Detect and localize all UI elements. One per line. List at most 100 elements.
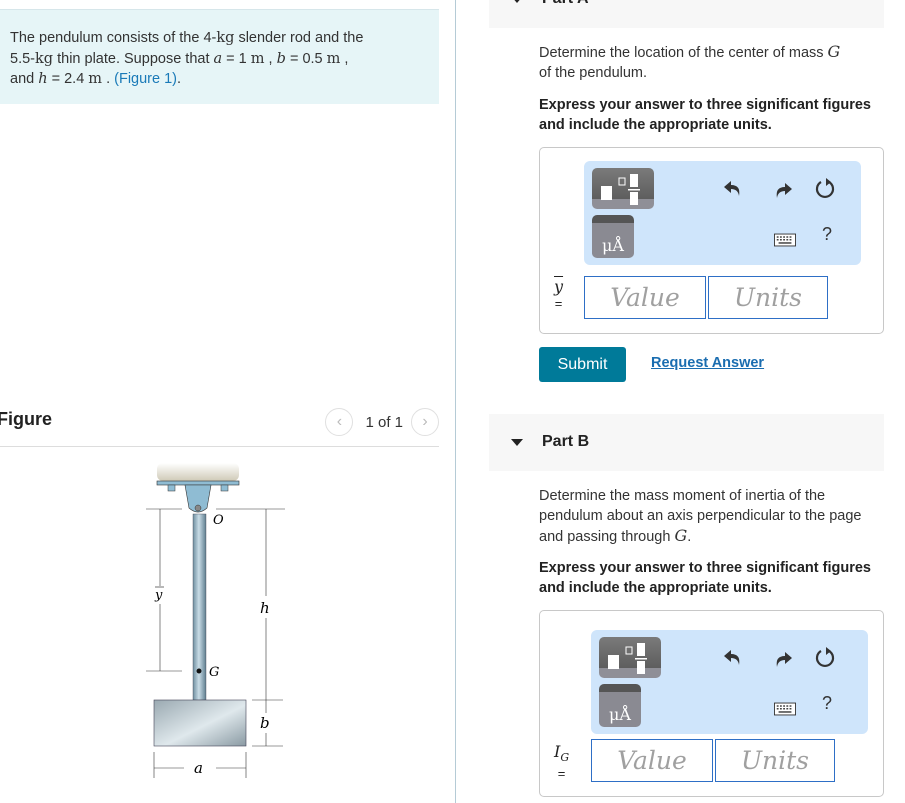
math-toolbar: μÅ ? [591,630,868,734]
left-panel: The pendulum consists of the 4-kg slende… [0,0,440,803]
problem-text: The pendulum consists of the 4- [10,30,217,46]
label-h: h [260,599,270,617]
part-b-instructions: Express your answer to three significant… [539,560,871,596]
right-panel: Part A Determine the location of the cen… [489,0,884,803]
request-answer-link[interactable]: Request Answer [651,355,764,371]
separator: . [102,71,115,87]
value-input[interactable]: Value [591,739,713,782]
prev-figure-button[interactable]: ‹ [325,408,354,436]
chevron-left-icon: ‹ [336,413,343,430]
help-button[interactable]: ? [816,223,838,245]
templates-icon [608,643,647,674]
separator: . [177,71,182,87]
value-placeholder: Value [610,283,680,312]
reset-button[interactable] [814,646,836,668]
units-label: μÅ [609,705,631,724]
part-b-answer-box: μÅ ? IG = Value Units [539,610,884,797]
redo-button[interactable] [772,648,794,670]
label-G: G [209,665,219,680]
reset-button[interactable] [814,177,836,199]
unit-m: m [326,50,341,67]
part-a-instructions: Express your answer to three significant… [539,97,871,133]
undo-button[interactable] [722,646,744,668]
part-a-title: Part A [542,0,589,8]
part-b-header[interactable]: Part B [489,414,884,471]
label-a: a [194,759,203,777]
var-h: h [38,71,48,87]
part-b-title: Part B [542,433,590,450]
help-button[interactable]: ? [816,692,838,714]
templates-button[interactable] [599,637,661,678]
question-text: . [687,529,692,545]
keyboard-icon [774,233,796,247]
undo-button[interactable] [722,177,744,199]
part-a-header[interactable]: Part A [489,0,884,28]
var-G: G [674,526,688,545]
var-a: a [213,50,223,67]
value-input[interactable]: Value [584,276,706,319]
collapse-triangle-icon[interactable] [511,0,523,3]
variable-label-ybar: y = [554,279,563,312]
redo-icon [776,652,792,667]
problem-text: slender rod and the [234,30,364,46]
submit-button[interactable]: Submit [539,347,626,382]
part-a-question: Determine the location of the center of … [539,42,879,83]
keyboard-button[interactable] [774,698,796,720]
math-toolbar: μÅ ? [584,161,861,265]
question-text: Determine the mass moment of inertia of … [539,488,862,545]
separator: , [264,50,277,67]
chevron-right-icon: › [422,413,428,430]
keyboard-button[interactable] [774,229,796,251]
var-y: y [554,277,564,296]
unit-kg: kg [216,30,235,46]
unit-m: m [88,71,103,87]
problem-text: 5.5- [10,50,35,67]
figure-count: 1 of 1 [365,413,403,431]
templates-icon [601,174,640,205]
units-button[interactable]: μÅ [599,684,641,727]
reset-icon [815,647,835,668]
center-of-mass-point [196,668,202,674]
pendulum-figure: O G y h b a [146,463,285,778]
figure-pager: ‹ 1 of 1 › [325,408,439,436]
redo-button[interactable] [772,179,794,201]
equals-sign: = [557,766,566,782]
label-O: O [213,513,224,528]
ceiling-support [156,463,240,513]
next-figure-button[interactable]: › [411,408,439,436]
question-text: Determine the location of the center of … [539,45,828,61]
units-placeholder: Units [740,746,810,775]
problem-statement: The pendulum consists of the 4-kg slende… [0,9,439,104]
units-input[interactable]: Units [715,739,835,782]
collapse-triangle-icon[interactable] [511,439,523,446]
variable-label-IG: IG = [554,744,569,782]
part-a-answer-box: μÅ ? y = Value Units [539,147,884,334]
question-text: of the pendulum. [539,65,648,81]
part-b-question: Determine the mass moment of inertia of … [539,486,879,547]
templates-button[interactable] [592,168,654,209]
equals-sign: = [554,296,563,311]
var-b: b [276,50,286,67]
units-input[interactable]: Units [708,276,828,319]
problem-text: and [10,71,39,87]
unit-m: m [250,50,265,67]
value-placeholder: Value [617,746,687,775]
units-button[interactable]: μÅ [592,215,634,258]
redo-icon [776,183,792,198]
panel-divider[interactable] [455,0,456,803]
var-sub-G: G [560,751,570,765]
help-icon: ? [821,692,832,713]
problem-text: thin plate. Suppose that [53,50,214,67]
value-a: = 1 [222,50,251,67]
help-icon: ? [821,223,832,244]
keyboard-icon [774,702,796,716]
var-G: G [827,42,841,61]
undo-icon [724,181,740,196]
reset-icon [815,178,835,199]
figure-link[interactable]: (Figure 1) [114,71,177,87]
figure-header: Figure ‹ 1 of 1 › [0,406,439,447]
label-ybar: y [154,588,163,603]
separator: , [340,50,349,67]
unit-kg: kg [35,50,54,67]
units-label: μÅ [602,236,624,255]
